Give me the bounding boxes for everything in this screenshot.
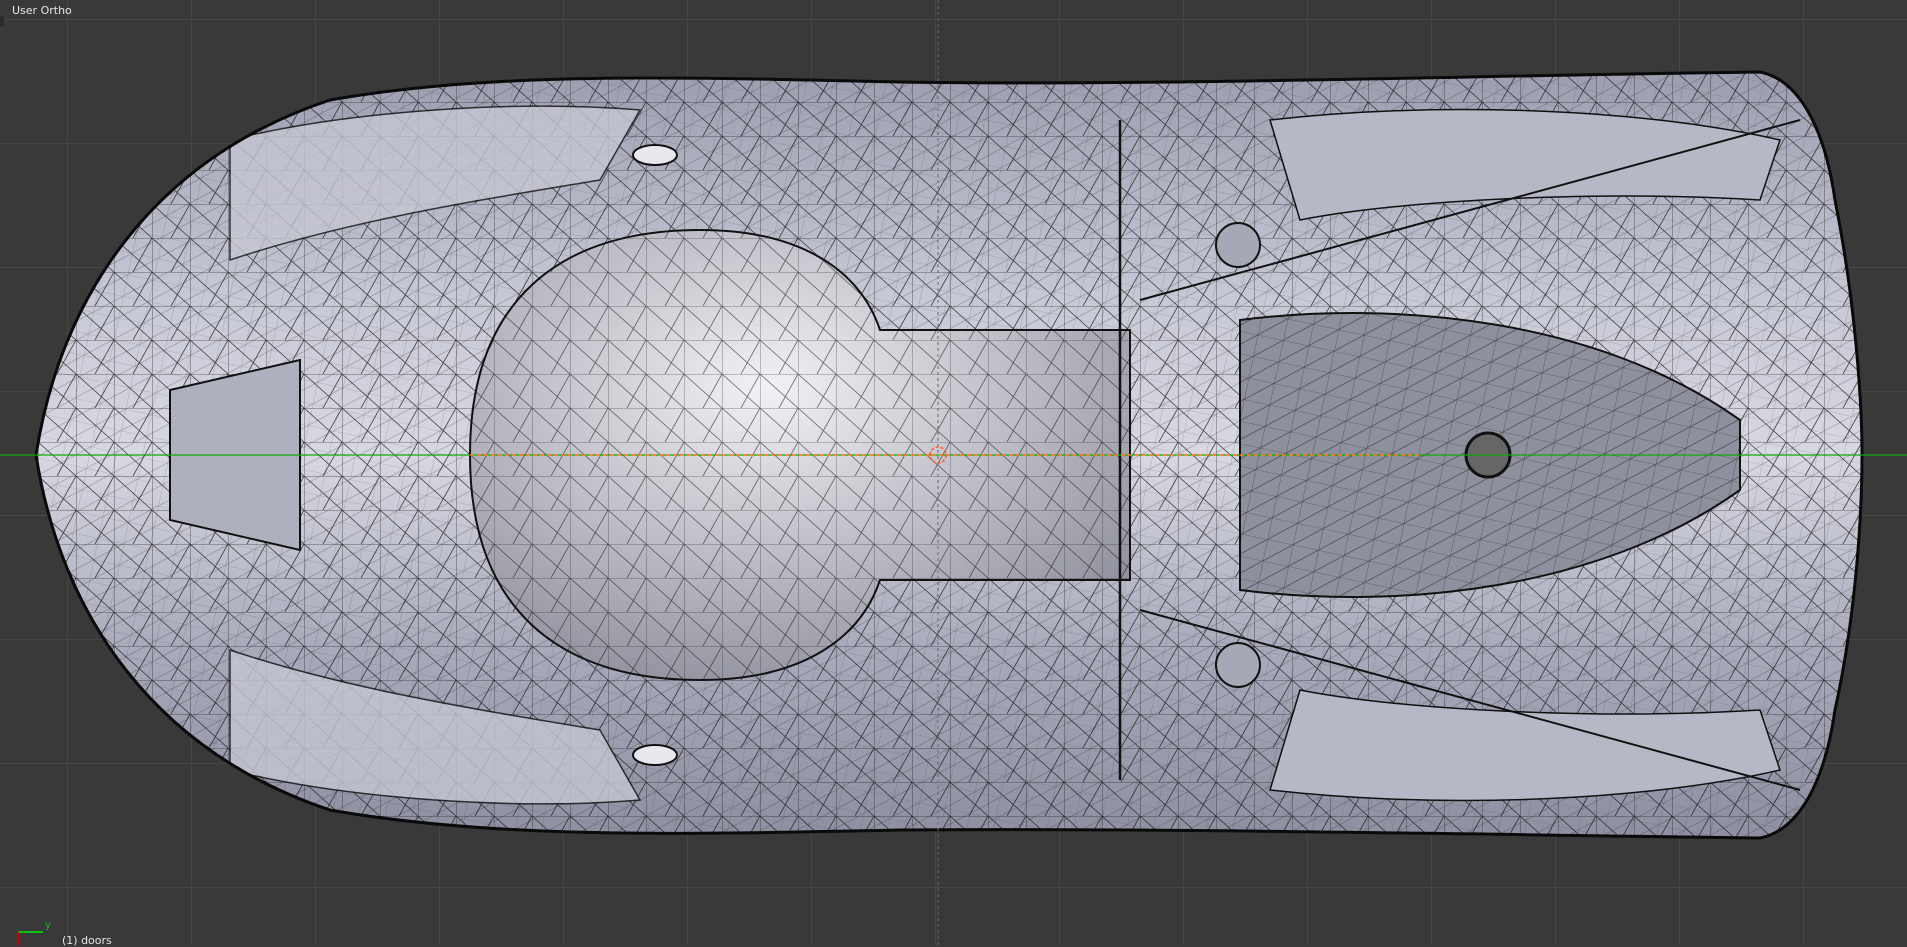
axis-gizmo-icon: [17, 931, 43, 945]
axis-y-label: y: [45, 920, 51, 931]
active-object-label: (1) doors: [62, 934, 112, 947]
car-wireframe-model[interactable]: [0, 0, 1907, 945]
car-body: [34, 70, 1864, 840]
3d-viewport[interactable]: User Ortho y (1) doors: [0, 0, 1907, 947]
